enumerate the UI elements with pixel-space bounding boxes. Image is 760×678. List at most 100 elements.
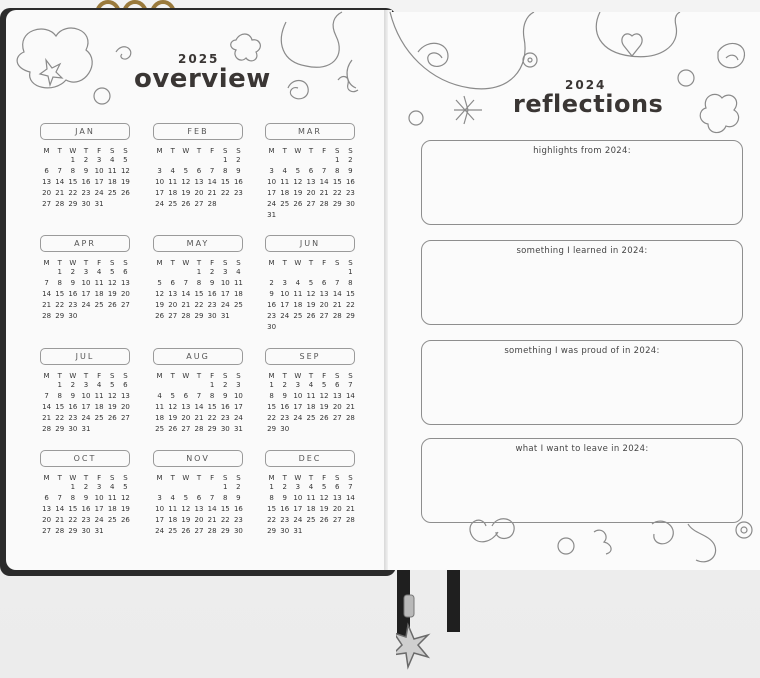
week-row: 4 5 6 7 8 9 10 [153,391,245,402]
week-row: 20 21 22 23 24 25 26 [40,188,132,199]
week-row: 20 21 22 23 24 25 26 [40,515,132,526]
weekday-label: F [322,259,327,267]
week-row: 9 10 11 12 13 14 15 [265,289,357,300]
day-number [318,424,331,435]
weekday-label: S [236,372,241,380]
day-number: 24 [81,414,91,422]
day-number [304,267,317,278]
day-number: 16 [68,403,78,411]
weekday-label: T [83,474,89,482]
day-number [265,155,278,166]
weekday-row: MTWTFSS [265,147,357,155]
weekday-row: MTWTFSS [265,474,357,482]
day-number [153,482,166,493]
day-number: 1 [223,483,228,491]
day-number: 5 [170,392,175,400]
day-number: 29 [55,425,65,433]
day-number: 13 [42,178,52,186]
day-number: 27 [120,414,130,422]
day-number: 11 [94,279,104,287]
weekday-label: T [170,474,175,482]
day-number: 23 [81,189,91,197]
day-number: 2 [83,156,89,164]
weekday-row: MTWTFSS [40,259,132,267]
day-number: 12 [181,178,191,186]
week-row: 1234567 [265,380,357,391]
day-number: 27 [194,527,204,535]
weekday-label: F [97,474,102,482]
day-number: 16 [233,505,243,513]
month-name: SEP [265,348,355,365]
day-number: 16 [280,403,290,411]
day-number [344,526,357,537]
day-number: 17 [220,290,230,298]
month-apr: APR M T W T F S S 1 2 3 4 5 6 7 8 9 10 11 12 13 14 15 16 17 18 19 2… [40,235,132,322]
week-row: 13 14 15 16 17 18 19 [40,177,132,188]
weekday-label: T [170,147,175,155]
weekday-label: S [236,147,241,155]
day-number: 16 [81,178,91,186]
day-number: 8 [269,494,274,502]
day-number: 30 [233,527,243,535]
day-number: 7 [348,381,353,389]
day-number: 17 [81,403,91,411]
day-number: 31 [94,527,104,535]
weekday-label: T [196,474,202,482]
day-number: 12 [319,494,329,502]
day-number: 17 [267,189,277,197]
day-number [179,155,192,166]
day-number: 28 [207,200,217,208]
day-number [232,311,245,322]
day-number: 10 [280,290,290,298]
weekday-label: S [335,474,340,482]
week-row: 123456 [40,380,132,391]
day-number: 8 [70,167,76,175]
day-number: 31 [293,527,303,535]
day-number: 28 [194,425,204,433]
day-number: 29 [55,312,65,320]
day-number: 1 [269,381,274,389]
day-number: 12 [120,494,130,502]
day-number: 13 [120,279,130,287]
weekday-label: M [43,474,50,482]
day-number: 1 [196,268,202,276]
day-number: 4 [170,167,175,175]
day-number: 30 [280,527,290,535]
day-number: 14 [332,290,342,298]
weekday-label: F [210,372,215,380]
day-number: 25 [233,301,243,309]
day-number: 21 [55,516,65,524]
week-row: 31 [265,210,357,221]
day-number: 3 [83,381,89,389]
weekday-label: S [123,259,128,267]
day-number [318,267,331,278]
day-number: 19 [181,516,191,524]
day-number: 29 [207,425,217,433]
day-number: 4 [295,279,301,287]
weekday-label: M [268,147,275,155]
day-number: 18 [94,403,104,411]
week-row: 26 27 28 29 30 31 [153,311,245,322]
day-number: 14 [194,403,204,411]
day-number: 2 [70,268,76,276]
month-name: OCT [40,450,130,467]
day-number: 3 [96,483,102,491]
weekday-label: M [43,372,50,380]
day-number [278,210,291,221]
day-number [318,210,331,221]
day-number: 1 [223,156,228,164]
weekday-label: S [236,259,241,267]
week-row: 17 18 19 20 21 22 23 [153,188,245,199]
week-row: 17 18 19 20 21 22 23 [153,515,245,526]
day-number: 26 [155,312,165,320]
day-number: 29 [68,527,78,535]
day-number: 13 [194,505,204,513]
day-number [278,155,291,166]
weekday-label: S [236,474,241,482]
day-number: 27 [181,425,191,433]
weekday-label: T [57,474,62,482]
day-number: 21 [207,516,217,524]
day-number: 2 [348,156,353,164]
day-number: 25 [168,200,178,208]
day-number: 12 [293,178,303,186]
